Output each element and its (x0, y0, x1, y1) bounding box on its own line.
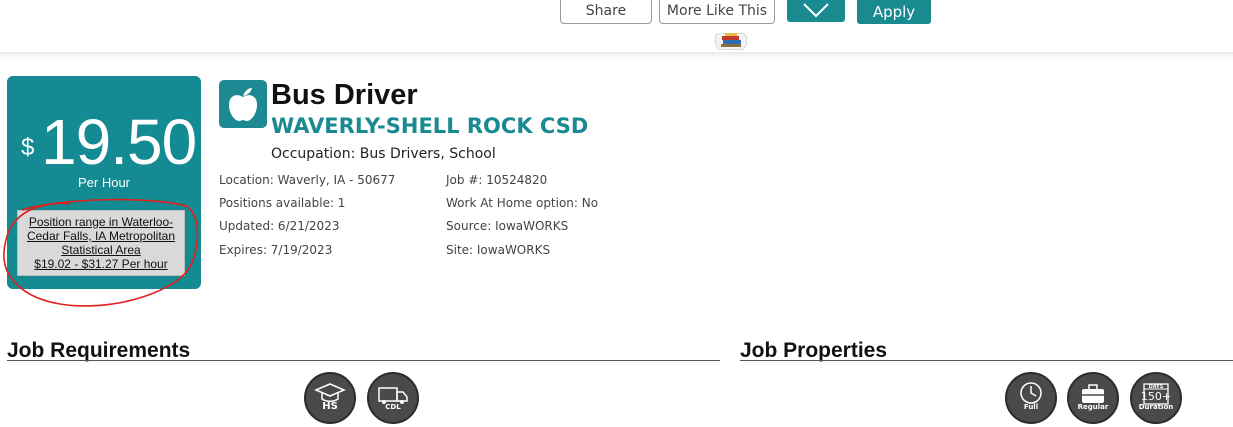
iowa-books-logo-icon (714, 32, 748, 51)
full-label: Full (1023, 403, 1039, 411)
job-location: Location: Waverly, IA - 50677 (219, 173, 396, 187)
duration-label: Duration (1138, 403, 1174, 411)
graduation-cap-icon (314, 383, 346, 402)
job-requirements-divider (7, 360, 720, 361)
work-at-home-option: Work At Home option: No (446, 196, 599, 210)
wage-amount: 19.50 (41, 106, 197, 178)
wage-currency: $ (21, 134, 35, 161)
high-school-icon: HS (304, 372, 356, 424)
positions-available: Positions available: 1 (219, 196, 346, 210)
cdl-truck-icon: CDL (367, 372, 419, 424)
job-title: Bus Driver (271, 79, 418, 111)
heart-outline-icon (803, 3, 829, 18)
duration-calendar-icon: DAYS 150+ Duration (1130, 372, 1182, 424)
job-source: Source: IowaWORKS (446, 219, 569, 233)
job-number: Job #: 10524820 (446, 173, 548, 187)
apply-button[interactable]: Apply (857, 0, 931, 24)
full-time-clock-icon: Full (1005, 372, 1057, 424)
regular-briefcase-icon: Regular (1067, 372, 1119, 424)
truck-icon (378, 387, 408, 404)
job-site: Site: IowaWORKS (446, 243, 551, 257)
duration-value: 150+ (1140, 390, 1172, 403)
more-like-this-button[interactable]: More Like This (659, 0, 775, 24)
favorite-button[interactable] (787, 0, 845, 22)
employer-name[interactable]: WAVERLY-SHELL ROCK CSD (271, 112, 588, 140)
school-apple-logo (219, 80, 267, 128)
apple-icon (229, 88, 257, 121)
hs-label: HS (322, 401, 338, 412)
red-annotation-circle (3, 198, 199, 307)
regular-label: Regular (1077, 403, 1109, 411)
share-button[interactable]: Share (560, 0, 652, 24)
updated-date: Updated: 6/21/2023 (219, 219, 340, 233)
expires-date: Expires: 7/19/2023 (219, 243, 333, 257)
occupation: Occupation: Bus Drivers, School (271, 146, 496, 162)
cdl-label: CDL (385, 403, 401, 411)
wage-unit: Per Hour (77, 175, 131, 190)
header-divider (0, 52, 1233, 58)
job-properties-divider (740, 360, 1233, 361)
clock-icon (1020, 382, 1042, 404)
briefcase-icon (1082, 384, 1104, 403)
